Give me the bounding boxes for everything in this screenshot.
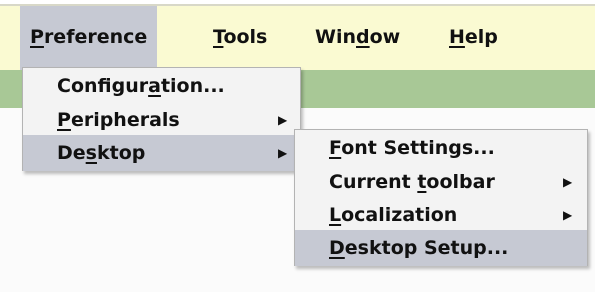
menu-item-font-settings[interactable]: Font Settings... [295, 130, 587, 166]
menu-tools-mnemonic: T [213, 26, 224, 48]
menu-item-configuration-label: Configuration... [57, 75, 225, 97]
submenu-arrow-icon: ▶ [563, 175, 573, 189]
preference-dropdown: Configuration... Peripherals ▶ Desktop ▶ [22, 67, 301, 171]
menu-item-configuration[interactable]: Configuration... [23, 68, 300, 104]
menu-preference[interactable]: Preference [20, 6, 158, 70]
menu-help-mnemonic: H [449, 26, 465, 48]
submenu-arrow-icon: ▶ [278, 113, 288, 127]
menu-item-desktop[interactable]: Desktop ▶ [23, 135, 300, 171]
menu-help[interactable]: Help [439, 6, 508, 70]
submenu-arrow-icon: ▶ [278, 146, 288, 160]
menu-window-label-pre: Win [315, 26, 356, 48]
menu-item-current-toolbar[interactable]: Current toolbar ▶ [295, 164, 587, 200]
menu-window-mnemonic: d [356, 26, 370, 48]
menu-item-desktop-setup[interactable]: Desktop Setup... [295, 230, 587, 266]
menu-preference-label: reference [43, 26, 148, 48]
menu-item-peripherals[interactable]: Peripherals ▶ [23, 102, 300, 138]
desktop-submenu: Font Settings... Current toolbar ▶ Local… [294, 129, 588, 266]
menu-window[interactable]: Window [305, 6, 410, 70]
menu-item-peripherals-label: Peripherals [57, 109, 180, 131]
menu-help-label: elp [464, 26, 498, 48]
menu-item-font-settings-label: Font Settings... [329, 137, 495, 159]
menu-bar: Preference Tools Window Help [0, 4, 595, 70]
menu-item-localization[interactable]: Localization ▶ [295, 197, 587, 233]
menu-item-desktop-setup-label: Desktop Setup... [329, 237, 509, 259]
menu-preference-mnemonic: P [30, 26, 44, 48]
menu-item-localization-label: Localization [329, 204, 458, 226]
menu-tools[interactable]: Tools [203, 6, 277, 70]
menu-tools-label: ools [223, 26, 268, 48]
submenu-arrow-icon: ▶ [563, 208, 573, 222]
menu-item-desktop-label: Desktop [57, 142, 146, 164]
menu-item-current-toolbar-label: Current toolbar [329, 171, 495, 193]
menu-window-label: ow [369, 26, 401, 48]
